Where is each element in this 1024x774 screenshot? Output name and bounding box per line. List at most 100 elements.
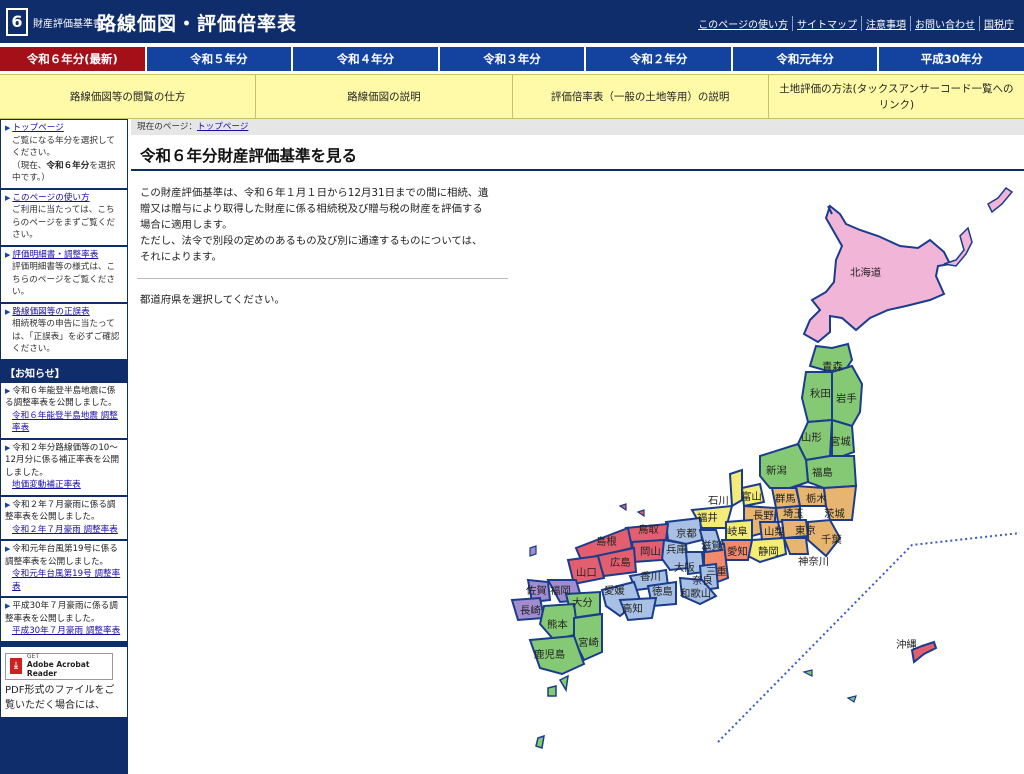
news-link[interactable]: 地価変動補正率表 <box>12 480 81 490</box>
sidebar-desc: 評価明細書等の様式は、こちらのページをご覧ください。 <box>12 262 116 297</box>
tab-r6[interactable]: 令和６年分(最新) <box>0 47 147 73</box>
tab-r5[interactable]: 令和５年分 <box>146 47 294 73</box>
tab-h30[interactable]: 平成30年分 <box>879 47 1024 73</box>
label-yamaguchi[interactable]: 山口 <box>576 567 597 579</box>
tab-r2[interactable]: 令和２年分 <box>586 47 733 73</box>
label-ehime[interactable]: 愛媛 <box>604 584 625 597</box>
bullet-icon: ▶ <box>5 500 11 509</box>
label-shiga[interactable]: 滋賀 <box>701 539 722 552</box>
guide-multiplier-explanation[interactable]: 評価倍率表（一般の土地等用）の説明 <box>513 75 769 118</box>
label-tochigi[interactable]: 栃木 <box>806 492 827 505</box>
news-link[interactable]: 令和２年７月豪雨 調整率表 <box>12 525 118 535</box>
year-tabs: 令和６年分(最新) 令和５年分 令和４年分 令和３年分 令和２年分 令和元年分 … <box>0 47 1024 73</box>
tab-r1[interactable]: 令和元年分 <box>732 47 880 73</box>
label-hokkaido[interactable]: 北海道 <box>850 266 881 279</box>
tab-r4[interactable]: 令和４年分 <box>293 47 440 73</box>
japan-map: 北海道 青森 秋田 岩手 山形 宮城 新潟 福島 石川 富山 群馬 栃木 茨城 … <box>500 180 1024 774</box>
sidebar-item-forms: ▶ 評価明細書・調整率表 評価明細書等の様式は、こちらのページをご覧ください。 <box>1 246 127 302</box>
label-oita[interactable]: 大分 <box>572 596 593 609</box>
guide-map-explanation[interactable]: 路線価図の説明 <box>256 75 513 118</box>
adobe-reader-badge[interactable]: ⤓ GET Adobe Acrobat Reader <box>5 652 113 680</box>
label-iwate[interactable]: 岩手 <box>836 392 857 405</box>
label-yamanashi[interactable]: 山梨 <box>764 525 785 538</box>
link-notes[interactable]: 注意事項 <box>861 16 910 31</box>
label-aichi[interactable]: 愛知 <box>727 545 748 558</box>
label-fukushima[interactable]: 福島 <box>812 466 833 479</box>
label-hiroshima[interactable]: 広島 <box>610 556 631 569</box>
label-yamagata[interactable]: 山形 <box>801 432 822 444</box>
bullet-icon: ▶ <box>5 307 11 316</box>
sidebar-desc: ご覧になる年分を選択してください。 <box>12 135 115 159</box>
label-akita[interactable]: 秋田 <box>810 387 831 400</box>
label-toyama[interactable]: 富山 <box>741 490 762 503</box>
page-title: 令和６年分財産評価基準を見る <box>131 142 1024 171</box>
bullet-icon: ▶ <box>5 443 11 452</box>
label-shimane[interactable]: 島根 <box>596 535 617 548</box>
label-aomori[interactable]: 青森 <box>822 360 843 373</box>
label-kumamoto[interactable]: 熊本 <box>547 618 568 631</box>
label-ishikawa[interactable]: 石川 <box>708 495 729 507</box>
label-ibaraki[interactable]: 茨城 <box>824 507 845 520</box>
label-saitama[interactable]: 埼玉 <box>783 507 804 520</box>
bullet-icon: ▶ <box>5 386 11 395</box>
pdf-icon: ⤓ <box>10 658 22 674</box>
guide-nav: 路線価図等の閲覧の仕方 路線価図の説明 評価倍率表（一般の土地等用）の説明 土地… <box>0 74 1024 119</box>
link-nta[interactable]: 国税庁 <box>979 16 1018 31</box>
news-item: ▶ 平成30年７月豪雨に係る調整率表を公開しました。 平成30年７月豪雨 調整率表 <box>1 598 127 641</box>
pref-hokkaido-island[interactable] <box>987 186 1014 214</box>
label-okayama[interactable]: 岡山 <box>640 546 661 558</box>
label-kyoto[interactable]: 京都 <box>676 527 697 540</box>
news-link[interactable]: 令和６年能登半島地震 調整率表 <box>12 411 118 434</box>
label-osaka[interactable]: 大阪 <box>674 561 695 574</box>
guide-how-to-view[interactable]: 路線価図等の閲覧の仕方 <box>0 75 257 118</box>
label-kanagawa[interactable]: 神奈川 <box>798 555 829 568</box>
link-how-to-use[interactable]: このページの使い方 <box>694 16 792 31</box>
divider <box>137 278 508 279</box>
label-tottori[interactable]: 鳥取 <box>638 523 659 536</box>
sidebar-link-errata[interactable]: 路線価図等の正誤表 <box>12 307 89 317</box>
label-miyagi[interactable]: 宮城 <box>830 435 851 448</box>
label-tokyo[interactable]: 東京 <box>795 524 816 537</box>
adobe-reader-box: ⤓ GET Adobe Acrobat Reader PDF形式のファイルをご覧い… <box>1 646 127 717</box>
label-hyogo[interactable]: 兵庫 <box>666 543 687 556</box>
link-contact[interactable]: お問い合わせ <box>910 16 979 31</box>
pref-kanagawa[interactable] <box>782 537 810 555</box>
label-fukuoka[interactable]: 福岡 <box>550 584 571 597</box>
label-kagawa[interactable]: 香川 <box>640 571 661 583</box>
okinawa-separator <box>717 532 1021 743</box>
breadcrumb-top-link[interactable]: トップページ <box>197 122 248 132</box>
site-title[interactable]: 路線価図・評価倍率表 <box>97 9 297 36</box>
label-kochi[interactable]: 高知 <box>622 602 643 615</box>
logo-number[interactable]: 6 <box>6 8 28 36</box>
adobe-caption: PDF形式のファイルをご覧いただく場合には、 <box>5 684 115 711</box>
news-link[interactable]: 令和元年台風第19号 調整率表 <box>12 569 120 592</box>
site-header: 6 財産評価基準書 路線価図・評価倍率表 このページの使い方 サイトマップ 注意… <box>0 0 1024 45</box>
news-heading: 【お知らせ】 <box>5 368 65 380</box>
tab-r3[interactable]: 令和３年分 <box>439 47 587 73</box>
label-kagoshima[interactable]: 鹿児島 <box>534 648 565 661</box>
label-chiba[interactable]: 千葉 <box>821 533 842 546</box>
label-wakayama[interactable]: 和歌山 <box>680 587 711 600</box>
label-gifu[interactable]: 岐阜 <box>727 525 748 538</box>
label-tokushima[interactable]: 徳島 <box>652 585 673 598</box>
label-niigata[interactable]: 新潟 <box>766 464 787 477</box>
label-gunma[interactable]: 群馬 <box>775 492 796 505</box>
top-links: このページの使い方 サイトマップ 注意事項 お問い合わせ 国税庁 <box>694 16 1018 31</box>
label-saga[interactable]: 佐賀 <box>526 585 547 597</box>
guide-valuation-method[interactable]: 土地評価の方法(タックスアンサーコード一覧へのリンク) <box>769 75 1024 118</box>
link-sitemap[interactable]: サイトマップ <box>792 16 861 31</box>
label-miyazaki[interactable]: 宮崎 <box>578 636 599 649</box>
sidebar-link-howto[interactable]: このページの使い方 <box>12 193 89 203</box>
label-nagano[interactable]: 長野 <box>753 510 774 522</box>
label-fukui[interactable]: 福井 <box>697 511 718 524</box>
intro-text: この財産評価基準は、令和６年１月１日から12月31日までの間に相続、遺 贈又は贈… <box>140 187 489 263</box>
label-nagasaki[interactable]: 長崎 <box>520 604 541 617</box>
label-shizuoka[interactable]: 静岡 <box>758 545 779 558</box>
news-link[interactable]: 平成30年７月豪雨 調整率表 <box>12 626 120 636</box>
bullet-icon: ▶ <box>5 124 11 132</box>
label-nara[interactable]: 奈良 <box>692 574 713 587</box>
sidebar-link-top[interactable]: トップページ <box>12 123 63 133</box>
sidebar: ▶ トップページ ご覧になる年分を選択してください。 （現在、令和６年分を選択中です… <box>0 119 128 774</box>
sidebar-link-forms[interactable]: 評価明細書・調整率表 <box>12 250 98 260</box>
label-okinawa[interactable]: 沖縄 <box>896 638 917 651</box>
